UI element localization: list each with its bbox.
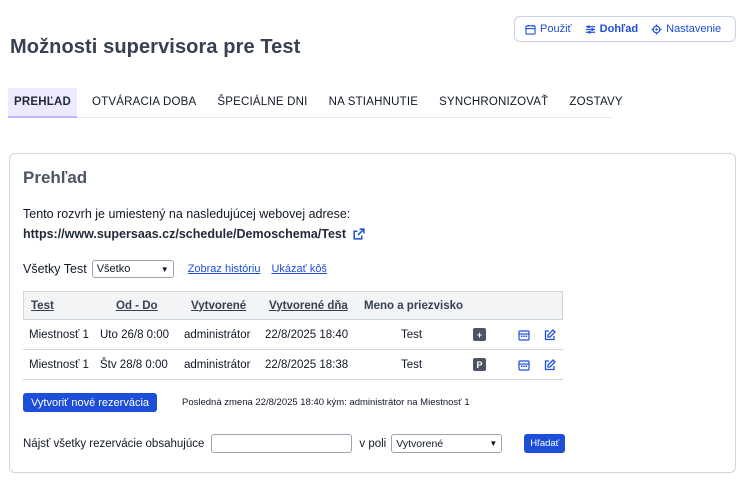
chevron-down-icon: ▼ [489,439,498,448]
calendar-icon [525,24,536,35]
nav-settings-label: Nastavenie [666,23,722,35]
tab-download[interactable]: Na stiahnutie [323,88,425,118]
last-change-text: Posledná zmena 22/8/2025 18:40 kým: admi… [182,397,470,408]
top-navigation: Použiť Dohľad Nastavenie [514,16,736,42]
panel-title: Prehľad [23,168,88,187]
filter-select[interactable]: Všetko ▼ [91,260,174,278]
cell-name: Test [401,358,423,371]
cell-created-by: administrátor [184,358,251,371]
header-resource[interactable]: Test [31,300,54,312]
calendar-icon[interactable] [518,329,530,341]
page-title: Možnosti supervisora pre Test [10,36,301,58]
cell-resource: Miestnosť 1 [29,358,89,371]
cell-created-by: administrátor [184,328,251,341]
search-field-label: v poli [359,437,387,450]
filter-label: Všetky Test [23,262,87,276]
nav-use[interactable]: Použiť [525,23,572,35]
table-header: Test Od - Do Vytvorené Vytvorené dňa Men… [23,291,563,320]
search-input[interactable] [211,434,353,453]
gear-icon [651,23,662,35]
header-time[interactable]: Od - Do [116,300,158,312]
cell-time: Štv 28/8 0:00 [100,358,168,371]
table-row[interactable]: Miestnosť 1 Uto 26/8 0:00 administrátor … [23,320,563,350]
sliders-icon [585,24,595,34]
schedule-url-text: https://www.supersaas.cz/schedule/Demosc… [23,227,347,241]
tab-special-days[interactable]: Špeciálne dni [211,88,313,118]
new-booking-button[interactable]: Vytvoriť nové rezervácia [23,393,157,412]
filter-select-value: Všetko [96,263,131,275]
edit-icon[interactable] [544,358,556,371]
search-row: Nájsť všetky rezervácie obsahujúce v pol… [23,434,566,453]
calendar-icon[interactable] [518,359,530,371]
nav-use-label: Použiť [540,23,572,35]
tab-opening-hours[interactable]: Otváracia doba [86,88,202,118]
show-trash-link[interactable]: Ukázať kôš [271,263,326,275]
cell-time: Uto 26/8 0:00 [100,328,170,341]
schedule-url[interactable]: https://www.supersaas.cz/schedule/Demosc… [23,227,365,241]
cell-created-on: 22/8/2025 18:40 [265,328,349,341]
external-link-icon[interactable] [352,227,365,241]
overview-panel: Prehľad Tento rozvrh je umiestený na nas… [9,153,736,473]
cell-created-on: 22/8/2025 18:38 [265,358,349,371]
nav-settings[interactable]: Nastavenie [651,23,721,35]
header-created-by[interactable]: Vytvorené [191,300,246,312]
tab-overview[interactable]: Prehľad [8,88,77,118]
tab-synchronize[interactable]: Synchronizovať [433,88,554,118]
cell-name: Test [401,328,423,341]
header-created-on[interactable]: Vytvorené dňa [269,300,348,312]
search-field-select[interactable]: Vytvorené ▼ [391,434,503,453]
intro-text: Tento rozvrh je umiestený na nasledujúce… [23,207,351,221]
header-name: Meno a priezvisko [364,299,464,312]
table-row[interactable]: Miestnosť 1 Štv 28/8 0:00 administrátor … [23,350,563,380]
search-button[interactable]: Hľadať [524,434,566,453]
tab-bar: Prehľad Otváracia doba Špeciálne dni Na … [8,88,623,118]
search-field-select-value: Vytvorené [396,437,444,450]
chevron-down-icon: ▼ [160,264,169,274]
bookings-table: Test Od - Do Vytvorené Vytvorené dňa Men… [23,291,563,380]
show-history-link[interactable]: Zobraz históriu [188,263,261,275]
edit-icon[interactable] [544,328,556,341]
search-label: Nájsť všetky rezervácie obsahujúce [23,437,205,450]
tab-reports[interactable]: Zostavy [563,88,628,118]
status-badge: + [473,328,486,341]
cell-resource: Miestnosť 1 [29,328,89,341]
nav-supervise-label: Dohľad [599,23,639,35]
nav-supervise[interactable]: Dohľad [585,23,638,35]
filter-row: Všetky Test Všetko ▼ Zobraz históriu Uká… [23,260,327,278]
status-badge: P [473,358,486,371]
